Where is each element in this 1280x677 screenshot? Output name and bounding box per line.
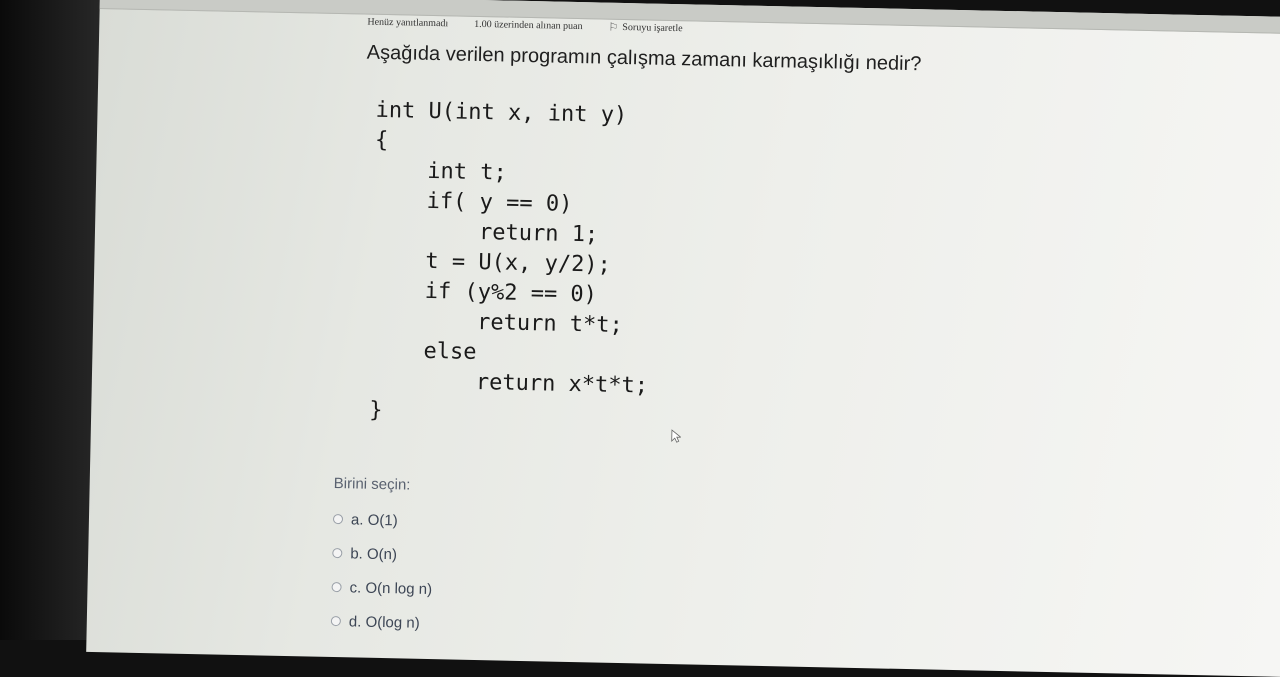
code-line: int U(int x, int y) [375, 97, 628, 129]
flag-icon: ⚐ [608, 21, 619, 34]
radio-icon[interactable] [330, 615, 341, 627]
question-status: Henüz yanıtlanmadı [367, 16, 449, 30]
option-b-label: b. O(n) [350, 544, 398, 563]
answer-section: Birini seçin: a. O(1) b. O(n) c. O(n log… [330, 475, 435, 640]
question-text: Aşağıda verilen programın çalışma zamanı… [366, 41, 922, 76]
question-points: 1.00 üzerinden alınan puan [474, 18, 583, 33]
option-c[interactable]: c. O(n log n) [331, 570, 432, 606]
mouse-pointer-icon [671, 429, 681, 443]
code-line: } [369, 397, 383, 424]
option-a-label: a. O(1) [350, 510, 398, 529]
top-bar [99, 0, 1280, 35]
answer-prompt: Birini seçin: [333, 475, 411, 494]
radio-icon[interactable] [332, 513, 344, 525]
option-d[interactable]: d. O(log n) [330, 604, 432, 640]
flag-question-label: Soruyu işaretle [622, 21, 683, 35]
code-block: int U(int x, int y){ int t; if( y == 0) … [369, 96, 654, 432]
option-c-label: c. O(n log n) [349, 578, 433, 598]
code-line: return x*t*t; [369, 367, 649, 399]
radio-icon[interactable] [331, 581, 342, 593]
option-a[interactable]: a. O(1) [332, 502, 434, 538]
option-d-label: d. O(log n) [348, 612, 420, 632]
radio-icon[interactable] [332, 547, 343, 559]
flag-question-link[interactable]: ⚐ Soruyu işaretle [608, 21, 682, 36]
screen: Henüz yanıtlanmadı 1.00 üzerinden alınan… [86, 0, 1280, 677]
option-b[interactable]: b. O(n) [332, 536, 433, 572]
